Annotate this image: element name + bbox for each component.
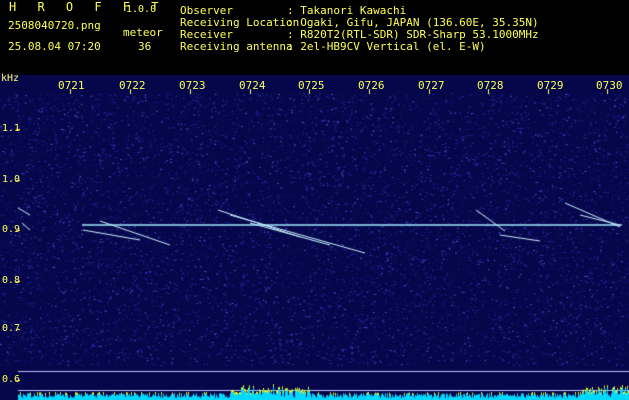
spectrogram-panel: kHz 0721 0722 0723 0724 0725 0726 0727 0… [0,73,629,400]
antenna-label: Receiving antenna [180,40,293,53]
time-tick-0722: 0722 [119,79,146,92]
time-tick-0721: 0721 [58,79,85,92]
freq-tick-1-1: 1.1 [2,123,21,134]
time-tick-0730: 0730 [596,79,623,92]
app-version: 1.0.0 [126,4,157,15]
freq-tick-0-6: 0.6 [2,374,21,385]
time-tick-0728: 0728 [477,79,504,92]
time-tick-0729: 0729 [537,79,564,92]
antenna-value: : 2el-HB9CV Vertical (el. E-W) [287,40,486,53]
header-panel: H R O F F T 1.0.0 2508040720.png meteor … [0,0,629,75]
time-tick-0725: 0725 [298,79,325,92]
spectrogram-canvas [0,75,629,400]
time-tick-0726: 0726 [358,79,385,92]
freq-tick-0-7: 0.7 [2,323,21,334]
freq-tick-0-8: 0.8 [2,275,21,286]
meteor-count: 36 [138,40,152,53]
freq-tick-1-0: 1.0 [2,174,21,185]
time-tick-0723: 0723 [179,79,206,92]
time-tick-0727: 0727 [418,79,445,92]
frequency-unit: kHz [1,73,20,84]
time-tick-0724: 0724 [239,79,266,92]
date-time: 25.08.04 07:20 [8,40,101,53]
meteor-label: meteor [123,26,163,39]
file-name: 2508040720.png [8,19,101,32]
freq-tick-0-9: 0.9 [2,224,21,235]
